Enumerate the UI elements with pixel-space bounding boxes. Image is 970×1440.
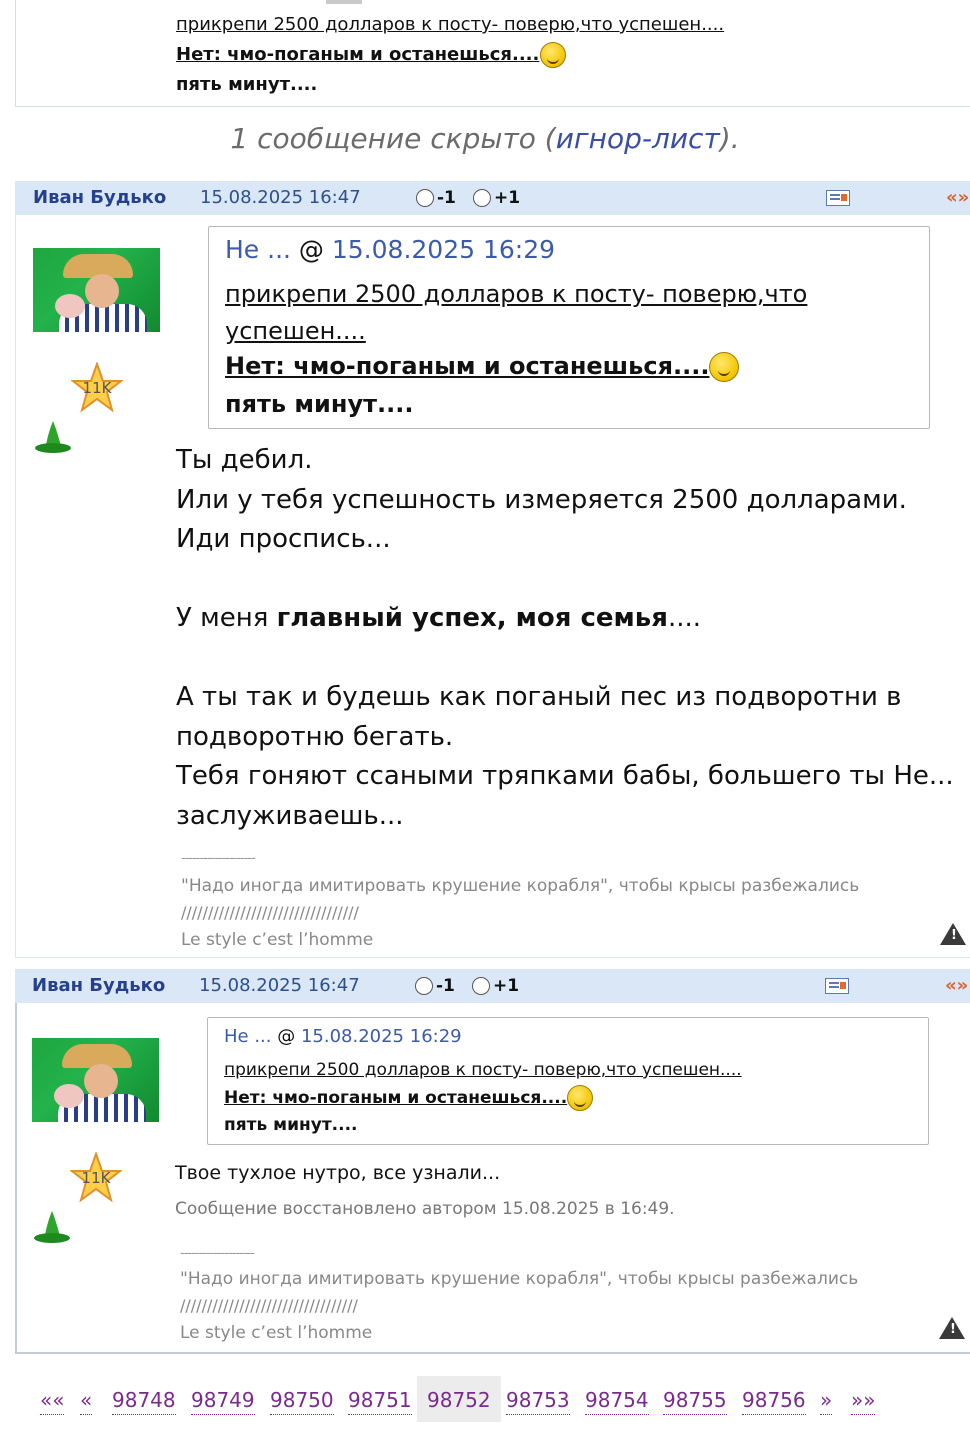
page-link[interactable]: 98753 — [506, 1388, 570, 1415]
post-date[interactable]: 15.08.2025 16:47 — [200, 187, 361, 208]
quote-line: пять минут.... — [225, 390, 414, 418]
page-link[interactable]: 98749 — [191, 1388, 255, 1415]
ignore-list-link[interactable]: игнор-лист — [556, 122, 720, 155]
body-line: заслуживаешь... — [176, 800, 404, 831]
radio-icon[interactable] — [473, 189, 491, 207]
body-line: А ты так и будешь как поганый пес из под… — [176, 682, 902, 712]
radio-icon[interactable] — [472, 977, 490, 995]
body-line: У меня главный успех, моя семья.... — [176, 603, 702, 633]
wizard-hat-icon — [34, 1211, 70, 1243]
last-page-link[interactable]: »» — [851, 1388, 876, 1415]
quote-line: прикрепи 2500 долларов к посту- поверю,ч… — [176, 14, 725, 35]
quote-line: прикрепи 2500 долларов к посту- поверю,ч… — [225, 280, 808, 308]
quote-header: Не ... @ 15.08.2025 16:29 — [224, 1026, 462, 1047]
quote-line: Нет: чмо-поганым и останешься.... — [224, 1085, 594, 1111]
vote-plus[interactable]: +1 — [472, 976, 519, 996]
quote-block: Не ... @ 15.08.2025 16:29 прикрепи 2500 … — [207, 1017, 929, 1145]
quote-line: Нет: чмо-поганым и останешься.... — [176, 42, 567, 68]
page-link[interactable]: 98755 — [663, 1388, 727, 1415]
signature-quote: "Надо иногда имитировать крушение корабл… — [181, 876, 860, 896]
quote-line: пять минут.... — [224, 1115, 358, 1135]
wizard-hat-icon — [35, 421, 71, 453]
signature-motto: Le style c’est l’homme — [181, 930, 374, 950]
pagination: «« « 98748 98749 98750 98751 98752 98753… — [0, 1376, 970, 1424]
quote-line: пять минут.... — [176, 74, 318, 95]
avatar[interactable] — [32, 1038, 159, 1122]
radio-icon[interactable] — [415, 977, 433, 995]
forum-post: Иван Будько 15.08.2025 16:47 -1 +1 «» 11… — [15, 969, 970, 1354]
body-line: подворотню бегать. — [176, 721, 454, 752]
quote-date-link[interactable]: 15.08.2025 16:29 — [301, 1026, 462, 1047]
quote-date-link[interactable]: 15.08.2025 16:29 — [332, 235, 555, 264]
restored-notice: Сообщение восстановлено автором 15.08.20… — [175, 1199, 675, 1219]
body-line: Тебя гоняют ссаными тряпками бабы, больш… — [176, 761, 954, 791]
forum-post: Иван Будько 15.08.2025 16:47 -1 +1 «» 11… — [15, 181, 970, 958]
page-link[interactable]: 98750 — [270, 1388, 334, 1415]
signature-divider: -------------------- — [180, 1246, 255, 1261]
body-line: Иди проспись... — [176, 524, 391, 554]
author-name[interactable]: Иван Будько — [32, 975, 165, 996]
first-page-link[interactable]: «« — [40, 1388, 65, 1415]
author-name[interactable]: Иван Будько — [33, 187, 166, 208]
prev-page-link[interactable]: « — [80, 1388, 93, 1415]
page-link[interactable]: 98751 — [348, 1388, 412, 1415]
signature-slashes: ///////////////////////////////// — [180, 1296, 358, 1315]
reply-quote-button[interactable]: «» — [946, 187, 969, 208]
post-header: Иван Будько 15.08.2025 16:47 -1 +1 «» — [16, 181, 970, 215]
quote-line: прикрепи 2500 долларов к посту- поверю,ч… — [224, 1060, 742, 1080]
post-header: Иван Будько 15.08.2025 16:47 -1 +1 «» — [15, 969, 970, 1003]
post-body: Ты дебил. Или у тебя успешность измеряет… — [176, 441, 966, 836]
notice-text-end: ). — [719, 122, 740, 155]
signature-divider: -------------------- — [181, 851, 256, 866]
rank-star-icon — [71, 362, 123, 413]
post-date[interactable]: 15.08.2025 16:47 — [199, 975, 360, 996]
quote-line: успешен.... — [225, 317, 366, 345]
smile-icon — [567, 1085, 594, 1111]
radio-icon[interactable] — [416, 189, 434, 207]
quote-header: Не ... @ 15.08.2025 16:29 — [225, 235, 556, 264]
quote-author[interactable]: Не ... — [225, 235, 291, 264]
signature-quote: "Надо иногда имитировать крушение корабл… — [180, 1269, 859, 1289]
smile-icon — [540, 42, 567, 68]
quote-block: Не ... @ 15.08.2025 16:29 прикрепи 2500 … — [208, 226, 930, 429]
next-page-link[interactable]: » — [820, 1388, 833, 1415]
rank-star-icon — [70, 1152, 122, 1203]
previous-post-fragment: прикрепи 2500 долларов к посту- поверю,ч… — [15, 0, 970, 107]
reply-quote-button[interactable]: «» — [945, 975, 968, 996]
body-line: Или у тебя успешность измеряется 2500 до… — [176, 484, 907, 515]
private-message-icon[interactable] — [825, 978, 849, 994]
page-link[interactable]: 98754 — [585, 1388, 649, 1415]
hidden-messages-notice: 1 сообщение скрыто (игнор-лист). — [0, 122, 970, 155]
vote-minus[interactable]: -1 — [415, 976, 455, 996]
report-warning-icon[interactable] — [940, 923, 966, 945]
page-link[interactable]: 98748 — [112, 1388, 176, 1415]
image-fragment — [326, 0, 362, 4]
signature-slashes: ///////////////////////////////// — [181, 903, 359, 922]
smile-icon — [709, 352, 740, 382]
quote-line: Нет: чмо-поганым и останешься.... — [225, 352, 740, 382]
avatar[interactable] — [33, 248, 160, 332]
vote-minus[interactable]: -1 — [416, 188, 456, 208]
notice-text: 1 сообщение скрыто ( — [230, 122, 556, 155]
report-warning-icon[interactable] — [939, 1317, 965, 1339]
private-message-icon[interactable] — [826, 190, 850, 206]
current-page: 98752 — [417, 1376, 501, 1422]
quote-author[interactable]: Не ... — [224, 1026, 272, 1047]
post-body: Твое тухлое нутро, все узнали... — [175, 1162, 501, 1184]
page-link[interactable]: 98756 — [742, 1388, 806, 1415]
signature-motto: Le style c’est l’homme — [180, 1323, 373, 1343]
body-line: Ты дебил. — [176, 445, 313, 475]
vote-plus[interactable]: +1 — [473, 188, 520, 208]
